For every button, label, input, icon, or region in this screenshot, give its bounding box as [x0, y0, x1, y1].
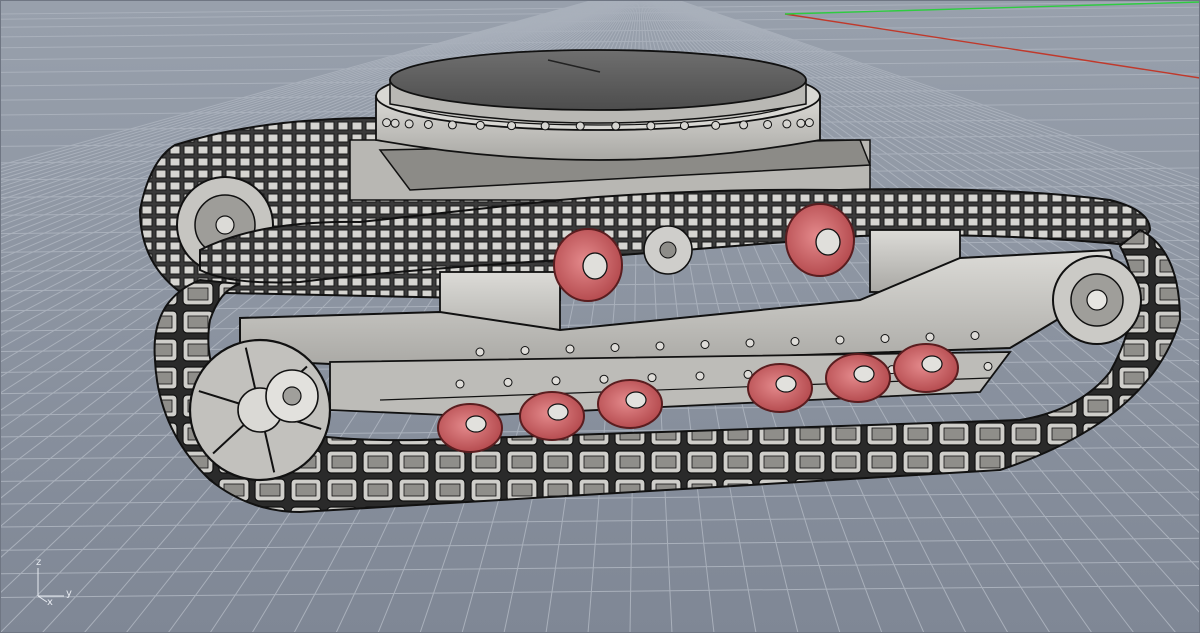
axis-triad: z y x: [30, 558, 90, 608]
y-axis-label: y: [66, 588, 72, 599]
rhino-perspective-viewport[interactable]: z y x: [0, 0, 1200, 633]
3d-scene[interactable]: [0, 0, 1200, 633]
idler-wheel[interactable]: [1052, 255, 1142, 345]
road-wheel[interactable]: [519, 391, 585, 441]
road-wheel[interactable]: [825, 353, 891, 403]
turret-disc: [389, 49, 807, 111]
turret-assembly[interactable]: [349, 49, 872, 201]
road-wheel[interactable]: [437, 403, 503, 453]
z-axis-label: z: [36, 557, 42, 568]
x-axis-label: x: [47, 597, 53, 608]
return-roller-2[interactable]: [785, 203, 855, 277]
return-roller-1[interactable]: [553, 228, 623, 302]
road-wheel[interactable]: [747, 363, 813, 413]
center-sprocket[interactable]: [643, 225, 693, 275]
road-wheel[interactable]: [597, 379, 663, 429]
drive-sprocket[interactable]: [188, 338, 332, 482]
road-wheel[interactable]: [893, 343, 959, 393]
